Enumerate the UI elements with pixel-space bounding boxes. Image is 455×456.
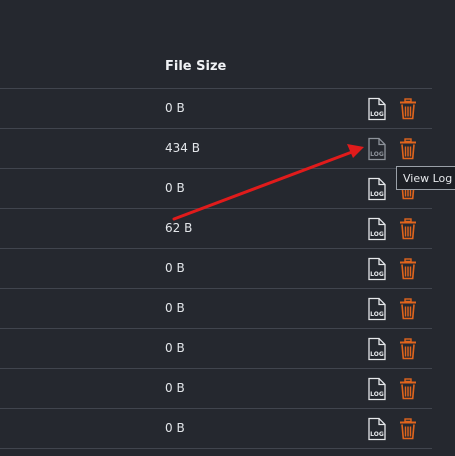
log-icon-label: LOG (370, 111, 384, 118)
table-row: 0 B LOG (0, 169, 432, 209)
file-size-cell: 0 B (165, 101, 185, 115)
log-file-icon: LOG (368, 97, 386, 121)
view-log-button[interactable]: LOG (366, 377, 388, 401)
log-icon-label: LOG (370, 311, 384, 318)
log-file-icon: LOG (368, 297, 386, 321)
file-size-cell: 434 B (165, 141, 200, 155)
delete-button[interactable] (399, 298, 417, 320)
view-log-button[interactable]: LOG (366, 137, 388, 161)
delete-button[interactable] (399, 138, 417, 160)
log-file-icon: LOG (368, 377, 386, 401)
table-row: 0 B LOG (0, 329, 432, 369)
file-size-cell: 62 B (165, 221, 193, 235)
view-log-button[interactable]: LOG (366, 297, 388, 321)
view-log-button[interactable]: LOG (366, 97, 388, 121)
log-file-icon: LOG (368, 337, 386, 361)
trash-icon (400, 338, 416, 360)
delete-button[interactable] (399, 258, 417, 280)
log-icon-label: LOG (370, 271, 384, 278)
delete-button[interactable] (399, 378, 417, 400)
delete-button[interactable] (399, 418, 417, 440)
log-icon-label: LOG (370, 151, 384, 158)
log-icon-label: LOG (370, 431, 384, 438)
view-log-button[interactable]: LOG (366, 177, 388, 201)
file-size-cell: 0 B (165, 341, 185, 355)
log-icon-label: LOG (370, 191, 384, 198)
view-log-button[interactable]: LOG (366, 257, 388, 281)
delete-button[interactable] (399, 98, 417, 120)
trash-icon (400, 98, 416, 120)
delete-button[interactable] (399, 218, 417, 240)
trash-icon (400, 138, 416, 160)
view-log-button[interactable]: LOG (366, 337, 388, 361)
trash-icon (400, 298, 416, 320)
log-file-icon: LOG (368, 177, 386, 201)
table-header: File Size (0, 0, 432, 89)
trash-icon (400, 418, 416, 440)
trash-icon (400, 258, 416, 280)
file-size-cell: 0 B (165, 181, 185, 195)
table-row: 0 B LOG (0, 89, 432, 129)
trash-icon (400, 218, 416, 240)
screen: File Size 0 B LOG 434 B LOG 0 B LOG 62 B… (0, 0, 455, 456)
file-size-cell: 0 B (165, 381, 185, 395)
table-row: 0 B LOG (0, 409, 432, 449)
table-row: 62 B LOG (0, 209, 432, 249)
file-size-cell: 0 B (165, 421, 185, 435)
log-icon-label: LOG (370, 351, 384, 358)
trash-icon (400, 378, 416, 400)
table-row: 0 B LOG (0, 369, 432, 409)
file-size-cell: 0 B (165, 301, 185, 315)
log-file-icon: LOG (368, 217, 386, 241)
view-log-button[interactable]: LOG (366, 217, 388, 241)
log-icon-label: LOG (370, 231, 384, 238)
log-icon-label: LOG (370, 391, 384, 398)
table-row: 434 B LOG (0, 129, 432, 169)
file-size-column-header[interactable]: File Size (165, 59, 226, 74)
table-row: 0 B LOG (0, 289, 432, 329)
log-file-icon: LOG (368, 417, 386, 441)
table-row: 0 B LOG (0, 249, 432, 289)
view-log-tooltip: View Log (396, 166, 455, 190)
log-file-icon: LOG (368, 137, 386, 161)
log-file-icon: LOG (368, 257, 386, 281)
delete-button[interactable] (399, 338, 417, 360)
file-size-cell: 0 B (165, 261, 185, 275)
view-log-button[interactable]: LOG (366, 417, 388, 441)
